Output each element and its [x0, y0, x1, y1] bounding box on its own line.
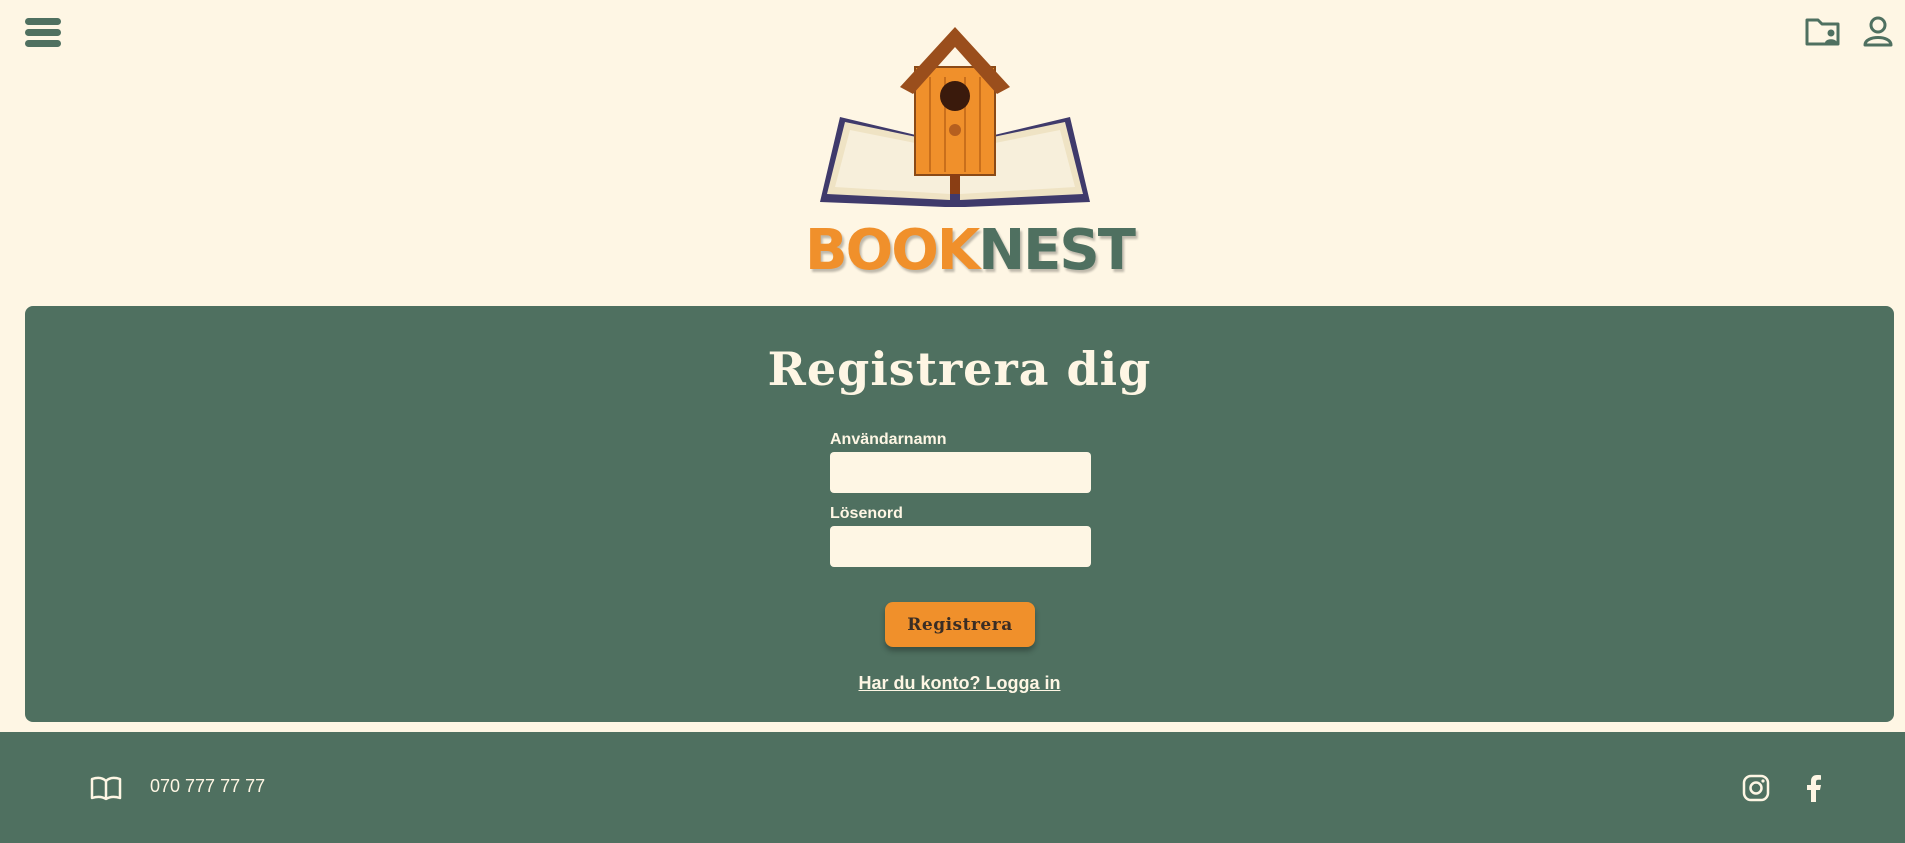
register-panel: Registrera dig Användarnamn Lösenord Reg… — [25, 306, 1894, 722]
site-footer: 070 777 77 77 — [0, 732, 1905, 843]
hamburger-icon — [25, 18, 61, 25]
login-link[interactable]: Har du konto? Logga in — [25, 673, 1894, 694]
password-label: Lösenord — [830, 505, 903, 522]
facebook-icon[interactable] — [1802, 774, 1826, 802]
menu-button[interactable] — [25, 18, 63, 52]
password-input[interactable] — [830, 526, 1091, 567]
register-title: Registrera dig — [767, 342, 1152, 396]
username-input[interactable] — [830, 452, 1091, 493]
birdhouse-book-logo-icon — [820, 27, 1090, 207]
footer-phone: 070 777 77 77 — [150, 776, 266, 796]
user-icon — [1863, 16, 1893, 47]
booknest-logo[interactable]: BOOKNEST — [805, 22, 1136, 283]
username-label: Användarnamn — [830, 431, 947, 448]
user-button[interactable] — [1862, 14, 1894, 48]
logo-wordmark: BOOKNEST — [805, 218, 1136, 283]
book-icon — [90, 776, 122, 801]
folder-button[interactable] — [1804, 14, 1842, 48]
site-header: BOOKNEST — [0, 0, 1905, 300]
folder-user-icon — [1805, 18, 1840, 46]
register-button[interactable]: Registrera — [885, 602, 1035, 647]
instagram-icon[interactable] — [1742, 774, 1770, 802]
